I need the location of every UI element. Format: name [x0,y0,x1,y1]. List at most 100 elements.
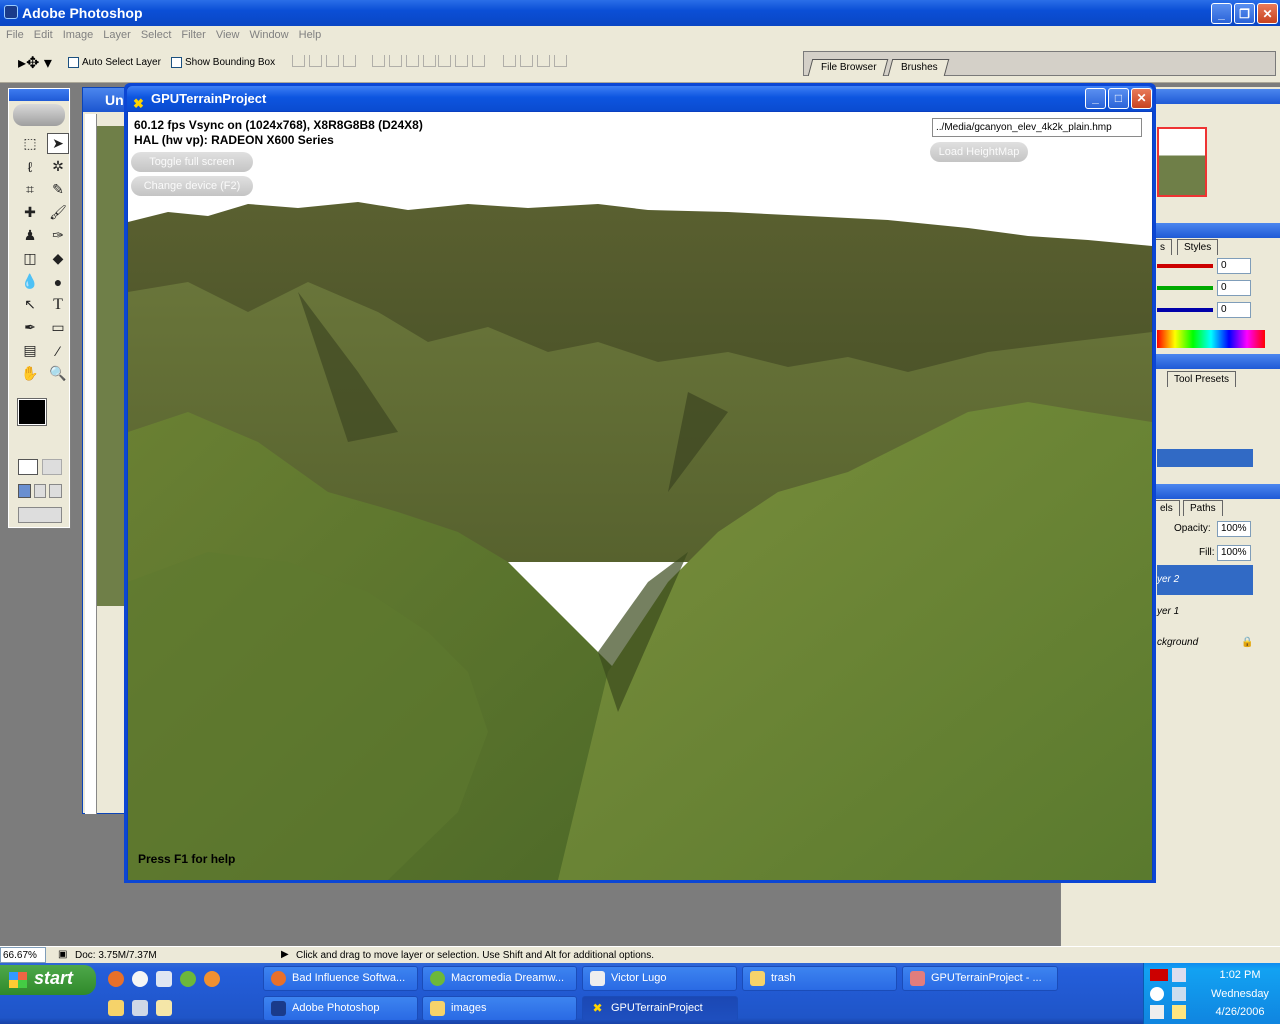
adobe-online-icon[interactable] [13,104,65,126]
heightmap-path-input[interactable]: ../Media/gcanyon_elev_4k2k_plain.hmp [932,118,1142,137]
taskbar-trash[interactable]: trash [742,966,897,991]
pen-tool-icon[interactable]: ✒ [19,317,41,338]
clone-stamp-icon[interactable]: ♟ [19,225,41,246]
taskbar-gpu-terrain-project[interactable]: ✖ GPUTerrainProject [582,996,738,1021]
paint-bucket-icon[interactable]: ◆ [47,248,69,269]
path-selection-icon[interactable]: ↖ [19,294,41,315]
taskbar-victor-lugo[interactable]: Victor Lugo [582,966,737,991]
align-buttons[interactable] [292,55,436,67]
ati-icon[interactable] [1150,969,1168,981]
auto-select-layer-checkbox[interactable]: Auto Select Layer [68,57,161,68]
layer-row-background[interactable]: ckground [1157,628,1253,658]
clock-date[interactable]: 4/26/2006 [1208,1006,1272,1018]
menu-edit[interactable]: Edit [30,26,59,45]
layer-row-2[interactable]: yer 2 [1157,565,1253,595]
history-selected-row[interactable] [1157,449,1253,467]
menu-window[interactable]: Window [246,26,295,45]
tab-brushes[interactable]: Brushes [887,59,949,76]
move-tool-preset-icon[interactable]: ▸✥ ▾ [18,53,52,73]
foreground-color-swatch[interactable] [17,398,47,426]
move-tool-icon[interactable]: ➤ [47,133,69,154]
fill-field[interactable]: 100% [1217,545,1251,561]
green-value-field[interactable]: 0 [1217,280,1251,296]
red-slider[interactable] [1157,264,1213,268]
lasso-tool-icon[interactable]: ℓ [19,156,41,177]
brush-tool-icon[interactable]: 🖌 [47,202,69,223]
gpu-window-title-bar[interactable]: ✖ GPUTerrainProject _ □ ✕ [127,86,1153,111]
shape-tool-icon[interactable]: ▭ [47,317,69,338]
security-icon[interactable] [1172,1005,1186,1019]
taskbar-bad-influence[interactable]: Bad Influence Softwa... [263,966,418,991]
jump-to-imageready-icon[interactable] [18,507,62,523]
change-device-button[interactable]: Change device (F2) [131,176,253,196]
eraser-tool-icon[interactable]: ◫ [19,248,41,269]
hand-tool-icon[interactable]: ✋ [19,363,41,384]
firefox-quicklaunch-icon[interactable] [108,971,124,987]
menu-file[interactable]: File [2,26,30,45]
crop-tool-icon[interactable]: ⌗ [19,179,41,200]
blur-tool-icon[interactable]: 💧 [19,271,41,292]
taskbar-images[interactable]: images [422,996,577,1021]
blue-value-field[interactable]: 0 [1217,302,1251,318]
terrain-viewport[interactable]: 60.12 fps Vsync on (1024x768), X8R8G8B8 … [128,112,1152,880]
restore-button[interactable]: ❐ [1234,3,1255,24]
show-bounding-box-checkbox[interactable]: Show Bounding Box [171,57,275,68]
taskbar-gpu-terrain-project-vs[interactable]: GPUTerrainProject - ... [902,966,1058,991]
taskbar-dreamweaver[interactable]: Macromedia Dreamw... [422,966,577,991]
notes-tool-icon[interactable]: ▤ [19,340,41,361]
clock-time[interactable]: 1:02 PM [1214,969,1266,981]
minimize-button[interactable]: _ [1211,3,1232,24]
tab-channels[interactable]: els [1153,500,1180,516]
network-quicklaunch-icon[interactable] [132,1000,148,1016]
magic-wand-icon[interactable]: ✲ [47,156,69,177]
distribute-buttons[interactable] [438,55,567,67]
healing-brush-icon[interactable]: ✚ [19,202,41,223]
tab-file-browser[interactable]: File Browser [807,59,888,76]
taskbar-adobe-photoshop[interactable]: Adobe Photoshop [263,996,418,1021]
color-ramp[interactable] [1157,330,1265,348]
tab-paths[interactable]: Paths [1183,500,1223,516]
menu-filter[interactable]: Filter [177,26,211,45]
slice-tool-icon[interactable]: ✎ [47,179,69,200]
screen-mode-buttons[interactable] [18,484,63,498]
gpu-close-button[interactable]: ✕ [1131,88,1152,109]
network-icon[interactable] [1172,968,1186,982]
desktop-quicklaunch-icon[interactable] [156,971,172,987]
menu-view[interactable]: View [212,26,246,45]
menu-select[interactable]: Select [137,26,178,45]
type-tool-icon[interactable]: T [47,294,69,315]
menu-image[interactable]: Image [59,26,100,45]
clock-day[interactable]: Wednesday [1208,988,1272,1000]
messenger-tray-icon[interactable] [1150,987,1164,1001]
opacity-field[interactable]: 100% [1217,521,1251,537]
marquee-tool-icon[interactable]: ⬚ [19,133,41,154]
status-arrow-icon[interactable]: ▶ [281,949,289,960]
blue-slider[interactable] [1157,308,1213,312]
dodge-tool-icon[interactable]: ● [47,271,69,292]
layer-row-1[interactable]: yer 1 [1157,597,1253,627]
gpu-minimize-button[interactable]: _ [1085,88,1106,109]
green-slider[interactable] [1157,286,1213,290]
zoom-field[interactable]: 66.67% [0,947,46,963]
red-value-field[interactable]: 0 [1217,258,1251,274]
history-brush-icon[interactable]: ✑ [47,225,69,246]
messenger-quicklaunch-icon[interactable] [204,971,220,987]
dreamweaver-quicklaunch-icon[interactable] [180,971,196,987]
display-icon[interactable] [1172,987,1186,1001]
standard-mode-icon[interactable] [18,459,38,475]
media-quicklaunch-icon[interactable] [132,971,148,987]
quick-mask-mode-icon[interactable] [42,459,62,475]
explorer-quicklaunch-icon[interactable] [108,1000,124,1016]
toggle-fullscreen-button[interactable]: Toggle full screen [131,152,253,172]
start-button[interactable]: start [0,965,96,995]
menu-layer[interactable]: Layer [99,26,137,45]
navigator-thumbnail[interactable] [1157,127,1207,197]
toolbox-header[interactable] [9,89,69,101]
usb-icon[interactable] [1150,1005,1164,1019]
tab-tool-presets[interactable]: Tool Presets [1167,371,1237,387]
gpu-maximize-button[interactable]: □ [1108,88,1129,109]
close-button[interactable]: ✕ [1257,3,1278,24]
menu-help[interactable]: Help [295,26,328,45]
folder-quicklaunch-icon[interactable] [156,1000,172,1016]
tab-styles[interactable]: Styles [1177,239,1219,255]
